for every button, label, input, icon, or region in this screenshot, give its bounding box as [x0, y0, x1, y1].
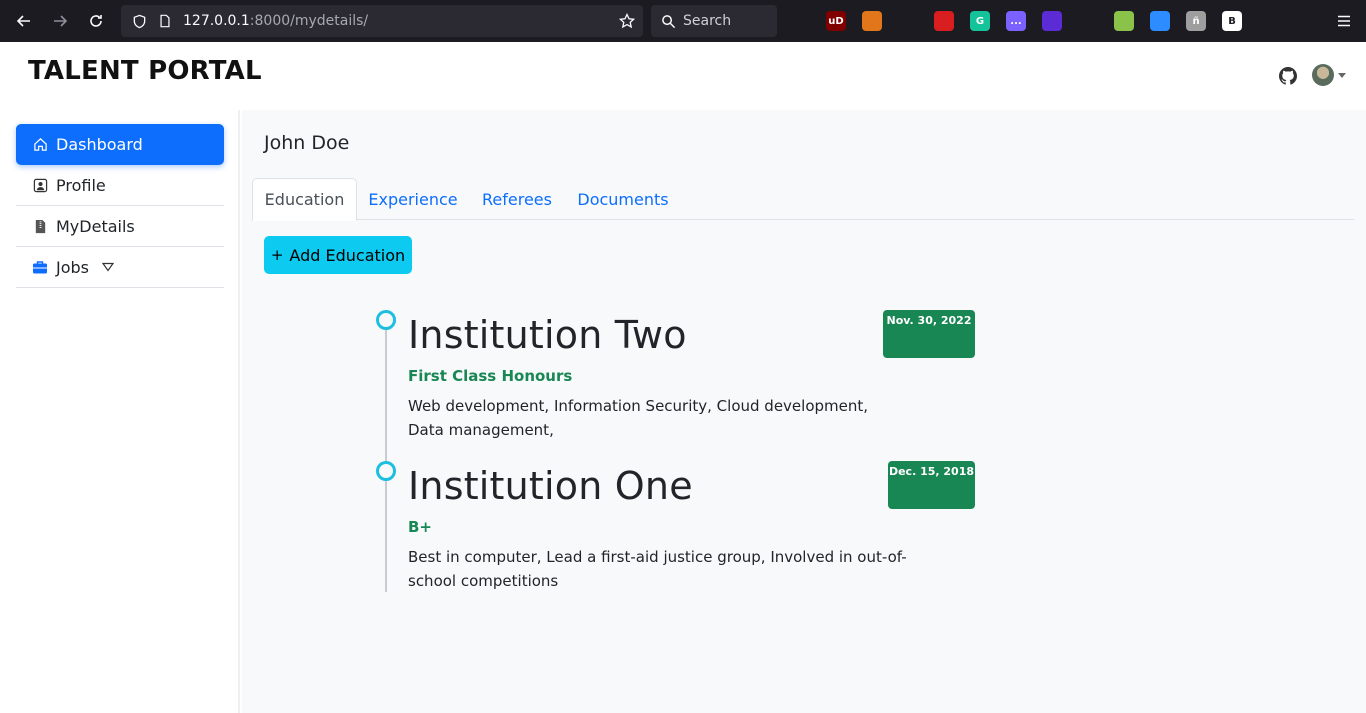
graphql-icon[interactable] — [1294, 11, 1314, 31]
tab-documents[interactable]: Documents — [574, 178, 672, 220]
url-path: :8000/mydetails/ — [249, 13, 369, 29]
main-content: John Doe Education Experience Referees D… — [242, 110, 1366, 713]
sidebar-item-label: Dashboard — [56, 135, 143, 154]
brand-title[interactable]: TALENT PORTAL — [28, 56, 262, 86]
tab-referees[interactable]: Referees — [478, 178, 556, 220]
education-description: Web development, Information Security, C… — [408, 397, 869, 439]
stack-extension-icon[interactable] — [1042, 11, 1062, 31]
sidebar: Dashboard Profile MyDetails Jobs — [0, 110, 240, 713]
arrow-right-icon — [54, 15, 68, 27]
hamburger-menu-icon[interactable] — [1336, 13, 1352, 29]
highlighter-icon[interactable] — [934, 11, 954, 31]
file-icon — [32, 218, 48, 234]
colorzilla-icon[interactable] — [1114, 11, 1134, 31]
back-button[interactable] — [6, 3, 42, 39]
ublock-icon[interactable]: uD — [826, 11, 846, 31]
address-bar[interactable]: 127.0.0.1:8000/mydetails/ — [121, 5, 643, 37]
education-description: Best in computer, Lead a first-aid justi… — [408, 548, 907, 590]
grammarly-icon[interactable]: G — [970, 11, 990, 31]
institution-title: Institution One — [408, 464, 693, 508]
browser-toolbar: 127.0.0.1:8000/mydetails/ Search uD G... ñ… — [0, 0, 1366, 42]
sidebar-item-label: Profile — [56, 175, 106, 195]
chat-extension-icon[interactable]: ... — [1006, 11, 1026, 31]
user-avatar[interactable] — [1312, 64, 1334, 86]
bird-extension-icon[interactable] — [1078, 11, 1098, 31]
zoom-icon[interactable] — [1150, 11, 1170, 31]
sidebar-item-dashboard[interactable]: Dashboard — [16, 124, 224, 165]
triangle-icon[interactable] — [1258, 11, 1278, 31]
grade-label: B+ — [408, 518, 433, 536]
details-tabs: Education Experience Referees Documents — [252, 178, 1354, 221]
sidebar-item-mydetails[interactable]: MyDetails — [16, 206, 224, 247]
home-icon — [32, 137, 48, 153]
github-icon[interactable] — [1279, 67, 1297, 85]
chevron-down-icon[interactable] — [102, 262, 114, 272]
date-badge: Nov. 30, 2022 — [883, 310, 975, 358]
grade-label: First Class Honours — [408, 367, 573, 385]
bootstrap-icon[interactable]: B — [1222, 11, 1242, 31]
institution-title: Institution Two — [408, 313, 687, 357]
url-host: 127.0.0.1 — [183, 13, 250, 29]
search-icon — [662, 14, 676, 28]
tab-experience[interactable]: Experience — [364, 178, 462, 220]
sidebar-item-label: Jobs — [56, 257, 89, 277]
sidebar-item-label: MyDetails — [56, 216, 135, 236]
browser-search-input[interactable]: Search — [651, 5, 777, 37]
timeline-dot — [376, 461, 396, 481]
chevron-down-icon[interactable] — [1338, 73, 1346, 78]
add-education-label: Add Education — [289, 245, 406, 265]
app-header: TALENT PORTAL — [0, 42, 1366, 110]
page-title: John Doe — [264, 132, 350, 154]
react-devtools-icon[interactable] — [898, 11, 918, 31]
tab-education[interactable]: Education — [252, 178, 357, 221]
add-education-button[interactable]: + Add Education — [264, 236, 412, 274]
plus-icon: + — [270, 246, 284, 264]
pocket-icon[interactable] — [790, 11, 810, 31]
bookmark-star-icon[interactable] — [619, 13, 635, 29]
page-icon[interactable] — [157, 13, 173, 29]
forward-button[interactable] — [42, 3, 78, 39]
sidebar-item-jobs[interactable]: Jobs — [16, 247, 224, 288]
extensions-toolbar: uD G... ñ B — [790, 11, 1330, 31]
date-badge: Dec. 15, 2018 — [888, 461, 975, 509]
reload-button[interactable] — [78, 3, 114, 39]
translate-icon[interactable]: ñ — [1186, 11, 1206, 31]
reload-icon — [90, 15, 102, 27]
metamask-icon[interactable] — [862, 11, 882, 31]
arrow-left-icon — [16, 15, 30, 27]
briefcase-icon — [32, 259, 48, 275]
person-icon — [32, 177, 48, 193]
timeline-dot — [376, 310, 396, 330]
sidebar-item-profile[interactable]: Profile — [16, 165, 224, 206]
shield-icon[interactable] — [131, 13, 147, 29]
search-placeholder: Search — [683, 13, 732, 29]
